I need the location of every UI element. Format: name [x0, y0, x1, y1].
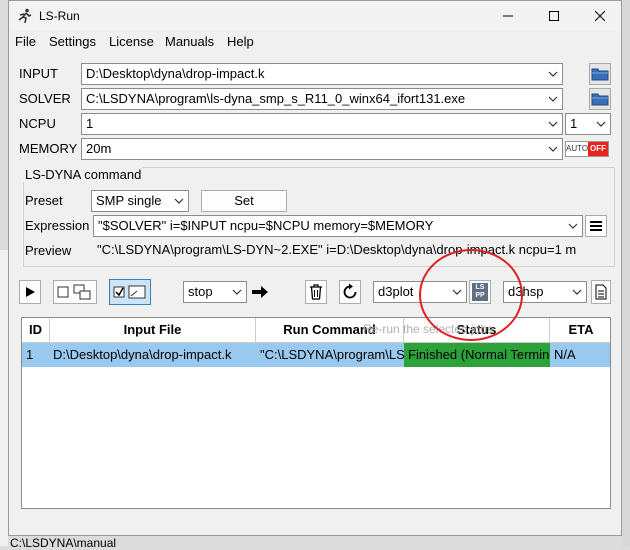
memory-value: 20m — [86, 141, 112, 156]
memory-label: MEMORY — [19, 141, 78, 156]
minimize-icon — [503, 15, 513, 17]
off-label: OFF — [588, 142, 608, 156]
ncpu-small-combo[interactable]: 1 — [565, 113, 611, 135]
expression-label: Expression — [25, 218, 90, 233]
cell-input-file: D:\Desktop\dyna\drop-impact.k — [53, 347, 232, 362]
preset-value: SMP single — [96, 193, 162, 208]
ls-run-window: LS-Run File Settings License Manuals Hel… — [8, 0, 622, 536]
chevron-down-icon — [174, 198, 184, 204]
ncpu-combo[interactable]: 1 — [81, 113, 563, 135]
stop-button[interactable] — [249, 280, 271, 304]
delete-button[interactable] — [305, 280, 327, 304]
preset-combo[interactable]: SMP single — [91, 190, 189, 212]
cell-eta: N/A — [554, 347, 576, 362]
ncpu-small-value: 1 — [570, 116, 578, 131]
ncpu-value: 1 — [86, 116, 94, 131]
chevron-down-icon — [596, 121, 606, 127]
running-man-icon — [18, 8, 32, 24]
d3plot-value: d3plot — [378, 284, 414, 299]
chevron-down-icon — [548, 71, 558, 77]
input-combo[interactable]: D:\Desktop\dyna\drop-impact.k — [81, 63, 563, 85]
solver-combo[interactable]: C:\LSDYNA\program\ls-dyna_smp_s_R11_0_wi… — [81, 88, 563, 110]
expression-combo[interactable]: "$SOLVER" i=$INPUT ncpu=$NCPU memory=$ME… — [93, 215, 583, 237]
column-header-id[interactable]: ID — [22, 318, 50, 342]
memory-combo[interactable]: 20m — [81, 138, 563, 160]
title-bar: LS-Run — [9, 1, 621, 31]
solver-value: C:\LSDYNA\program\ls-dyna_smp_s_R11_0_wi… — [86, 91, 466, 106]
menu-file[interactable]: File — [15, 34, 36, 49]
column-header-eta[interactable]: ETA — [550, 318, 610, 342]
preview-text: "C:\LSDYNA\program\LS-DYN~2.EXE" i=D:\De… — [93, 240, 583, 262]
maximize-icon — [549, 11, 559, 21]
preset-label: Preset — [25, 193, 63, 208]
preview-label: Preview — [25, 243, 72, 258]
set-preset-button[interactable]: Set — [201, 190, 287, 212]
refresh-icon — [343, 283, 357, 299]
cell-run-command: "C:\LSDYNA\program\LS- — [260, 347, 404, 362]
cell-id: 1 — [26, 347, 34, 362]
table-row[interactable]: 1 D:\Desktop\dyna\drop-impact.k "C:\LSDY… — [22, 343, 610, 367]
minimize-button[interactable] — [485, 1, 531, 31]
preview-value: "C:\LSDYNA\program\LS-DYN~2.EXE" i=D:\De… — [97, 242, 577, 257]
browse-solver-button[interactable] — [589, 88, 611, 110]
browse-input-button[interactable] — [589, 63, 611, 85]
rerun-button[interactable] — [339, 280, 361, 304]
stop-mode-combo[interactable]: stop — [183, 281, 247, 303]
table-header: ID Input File Run Command Status ETA — [22, 318, 610, 343]
folder-icon — [591, 93, 609, 106]
run-button[interactable] — [19, 280, 41, 304]
auto-memory-toggle[interactable]: AUTO OFF — [565, 141, 609, 157]
job-table[interactable]: ID Input File Run Command Status ETA 1 D… — [21, 317, 611, 509]
menu-settings[interactable]: Settings — [49, 34, 96, 49]
expression-menu-button[interactable] — [585, 215, 607, 237]
close-button[interactable] — [577, 1, 623, 31]
hamburger-menu-icon — [590, 221, 602, 231]
column-header-input-file[interactable]: Input File — [50, 318, 256, 342]
solver-label: SOLVER — [19, 91, 71, 106]
window-title: LS-Run — [39, 9, 80, 23]
run-background-button[interactable] — [53, 280, 97, 304]
close-icon — [595, 11, 605, 21]
chevron-down-icon — [548, 121, 558, 127]
checked-window-icon — [113, 285, 146, 299]
folder-icon — [591, 68, 609, 81]
expression-value: "$SOLVER" i=$INPUT ncpu=$NCPU memory=$ME… — [98, 218, 434, 233]
chevron-down-icon — [548, 146, 558, 152]
checkbox-window-icon — [57, 284, 91, 300]
cell-status: Finished (Normal Termin — [404, 343, 550, 367]
show-window-toggle[interactable] — [109, 279, 151, 305]
maximize-button[interactable] — [531, 1, 577, 31]
input-value: D:\Desktop\dyna\drop-impact.k — [86, 66, 265, 81]
chevron-down-icon — [572, 289, 582, 295]
menu-license[interactable]: License — [109, 34, 154, 49]
command-group-label: LS-DYNA command — [23, 167, 144, 182]
annotation-circle — [419, 249, 523, 341]
background-window-left — [0, 250, 8, 546]
background-path-text: C:\LSDYNA\manual — [10, 536, 117, 550]
chevron-down-icon — [548, 96, 558, 102]
document-icon — [595, 284, 607, 300]
input-label: INPUT — [19, 66, 58, 81]
arrow-right-icon — [252, 286, 268, 298]
menu-manuals[interactable]: Manuals — [165, 34, 214, 49]
menu-help[interactable]: Help — [227, 34, 254, 49]
chevron-down-icon — [568, 223, 578, 229]
menu-bar: File Settings License Manuals Help — [9, 31, 621, 53]
trash-icon — [310, 284, 322, 300]
stop-mode-value: stop — [188, 284, 213, 299]
play-icon — [26, 287, 35, 297]
auto-label: AUTO — [566, 142, 589, 156]
ncpu-label: NCPU — [19, 116, 56, 131]
open-text-file-button[interactable] — [591, 280, 611, 304]
chevron-down-icon — [232, 289, 242, 295]
background-window-right — [622, 0, 630, 546]
